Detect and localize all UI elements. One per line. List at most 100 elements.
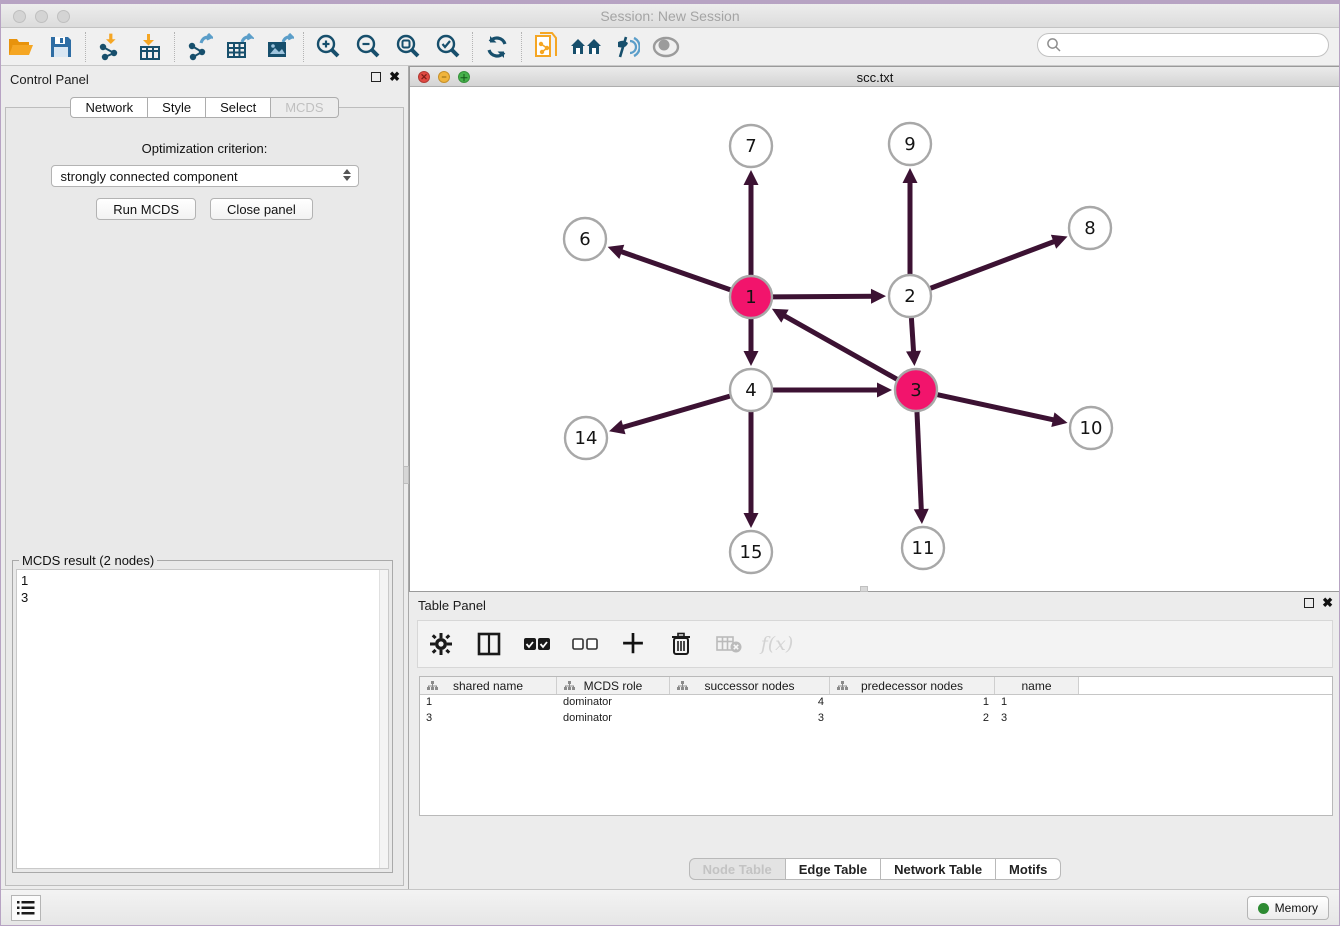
graph-edge-1-2[interactable] (773, 296, 875, 297)
column-header-successor-nodes[interactable]: successor nodes (670, 677, 830, 694)
refresh-icon[interactable] (477, 30, 517, 64)
tab-edge-table[interactable]: Edge Table (786, 858, 881, 880)
delete-column-icon[interactable] (668, 631, 694, 657)
control-panel-tabs: Network Style Select MCDS (1, 97, 408, 118)
application-window: Session: New Session (0, 0, 1340, 926)
cell-name[interactable]: 1 (995, 695, 1079, 711)
column-header-shared-name[interactable]: shared name (420, 677, 557, 694)
column-selector-icon[interactable] (476, 631, 502, 657)
run-mcds-button[interactable]: Run MCDS (96, 198, 196, 220)
result-scrollbar[interactable] (379, 570, 388, 868)
first-neighbors-icon[interactable] (566, 30, 606, 64)
memory-button[interactable]: Memory (1247, 896, 1329, 920)
graph-edge-2-3[interactable] (911, 318, 913, 355)
tab-mcds[interactable]: MCDS (271, 97, 338, 118)
table-panel-header: Table Panel ✖ (409, 592, 1340, 618)
tab-network-table[interactable]: Network Table (881, 858, 996, 880)
graph-node-label-6: 6 (579, 229, 590, 250)
network-window-title: scc.txt (410, 70, 1340, 85)
tab-network[interactable]: Network (70, 97, 148, 118)
tab-select[interactable]: Select (206, 97, 271, 118)
control-panel-title: Control Panel (10, 72, 89, 87)
graph-edge-3-1[interactable] (781, 314, 896, 379)
zoom-fit-icon[interactable] (388, 30, 428, 64)
toolbar-separator (521, 32, 522, 62)
zoom-selected-icon[interactable] (428, 30, 468, 64)
graph-edge-2-8[interactable] (931, 240, 1058, 288)
cell-successor-nodes[interactable]: 4 (670, 695, 830, 711)
cell-mcds-role[interactable]: dominator (557, 711, 670, 727)
float-panel-icon[interactable] (371, 72, 381, 82)
export-network-icon[interactable] (179, 30, 219, 64)
show-eye-icon[interactable] (646, 30, 686, 64)
optimization-criterion-label: Optimization criterion: (6, 141, 403, 156)
zoom-out-icon[interactable] (348, 30, 388, 64)
panel-splitter-vertical[interactable] (403, 466, 409, 484)
zoom-in-icon[interactable] (308, 30, 348, 64)
node-table[interactable]: shared name MCDS role successor nodes pr… (419, 676, 1333, 816)
deselect-all-checkboxes-icon[interactable] (572, 631, 598, 657)
select-all-checkboxes-icon[interactable] (524, 631, 550, 657)
table-header-row: shared name MCDS role successor nodes pr… (420, 677, 1332, 695)
cell-shared-name[interactable]: 3 (420, 711, 557, 727)
hide-style-icon[interactable] (606, 30, 646, 64)
search-icon (1046, 37, 1062, 53)
column-header-mcds-role[interactable]: MCDS role (557, 677, 670, 694)
cell-mcds-role[interactable]: dominator (557, 695, 670, 711)
open-session-icon[interactable] (1, 30, 41, 64)
import-table-icon[interactable] (130, 30, 170, 64)
cell-predecessor-nodes[interactable]: 1 (830, 695, 995, 711)
column-header-predecessor-nodes[interactable]: predecessor nodes (830, 677, 995, 694)
graph-edge-4-14[interactable] (620, 396, 730, 428)
toolbar-separator (472, 32, 473, 62)
shared-column-icon (837, 681, 848, 691)
graph-node-label-9: 9 (904, 134, 915, 155)
float-panel-icon[interactable] (1304, 598, 1314, 608)
cell-successor-nodes[interactable]: 3 (670, 711, 830, 727)
cell-shared-name[interactable]: 1 (420, 695, 557, 711)
export-table-icon[interactable] (219, 30, 259, 64)
table-row[interactable]: 1 dominator 4 1 1 (420, 695, 1332, 711)
mcds-panel-body: Optimization criterion: strongly connect… (5, 107, 404, 886)
window-title: Session: New Session (1, 8, 1339, 24)
memory-status-icon (1258, 903, 1269, 914)
import-network-icon[interactable] (90, 30, 130, 64)
result-line: 3 (21, 589, 384, 606)
delete-table-icon (716, 631, 742, 657)
task-history-button[interactable] (11, 895, 41, 921)
mcds-result-textarea[interactable]: 1 3 (16, 569, 389, 869)
network-graph[interactable]: 1234678910111415 (410, 87, 1340, 591)
graph-edge-arrowhead (608, 245, 625, 259)
network-window-titlebar: ✕ − ＋ scc.txt (410, 67, 1340, 87)
network-canvas[interactable]: 1234678910111415 (410, 87, 1340, 591)
search-input[interactable] (1037, 33, 1329, 57)
close-panel-icon[interactable]: ✖ (389, 72, 400, 82)
graph-node-label-14: 14 (575, 428, 598, 449)
gear-icon[interactable] (428, 631, 454, 657)
shared-column-icon (564, 681, 575, 691)
graph-edge-arrowhead (903, 168, 918, 183)
close-panel-button[interactable]: Close panel (210, 198, 313, 220)
graph-edge-1-6[interactable] (618, 251, 730, 290)
clone-network-icon[interactable] (526, 30, 566, 64)
graph-edge-arrowhead (906, 351, 921, 366)
save-session-icon[interactable] (41, 30, 81, 64)
tab-style[interactable]: Style (148, 97, 206, 118)
close-panel-icon[interactable]: ✖ (1322, 598, 1333, 608)
graph-edge-3-10[interactable] (937, 395, 1056, 421)
add-column-icon[interactable]: ＋ (620, 631, 646, 657)
memory-label: Memory (1275, 901, 1318, 915)
toolbar-separator (303, 32, 304, 62)
cell-name[interactable]: 3 (995, 711, 1079, 727)
column-header-name[interactable]: name (995, 677, 1079, 694)
table-panel: Table Panel ✖ ＋ (409, 592, 1340, 890)
export-image-icon[interactable] (259, 30, 299, 64)
tab-node-table[interactable]: Node Table (689, 858, 786, 880)
graph-edge-arrowhead (1051, 412, 1067, 427)
network-view-window: ✕ − ＋ scc.txt 1234678910111415 (409, 66, 1340, 592)
cell-predecessor-nodes[interactable]: 2 (830, 711, 995, 727)
optimization-criterion-select[interactable]: strongly connected component (51, 165, 359, 187)
graph-edge-3-11[interactable] (917, 412, 921, 513)
table-row[interactable]: 3 dominator 3 2 3 (420, 711, 1332, 727)
tab-motifs[interactable]: Motifs (996, 858, 1061, 880)
